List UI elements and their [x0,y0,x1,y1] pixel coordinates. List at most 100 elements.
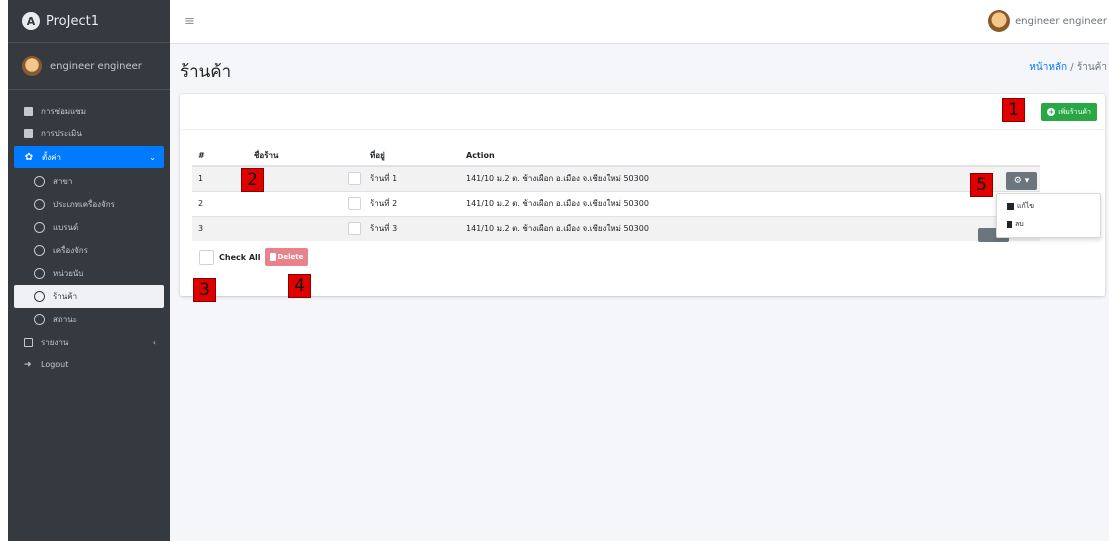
card-header: + เพิ่มร้านค้า [180,94,1105,130]
sidebar-sub-branch[interactable]: สาขา [8,170,170,193]
circle-icon [34,291,45,302]
user-panel[interactable]: engineer engineer [8,43,170,90]
row-select-cell [296,165,364,191]
sidebar: A ProJect1 engineer engineer การซ่อมแซม … [8,0,170,541]
add-shop-button[interactable]: + เพิ่มร้านค้า [1041,103,1097,121]
row-number: 1 [192,165,248,191]
trash-icon [1007,220,1012,228]
sidebar-item-label: การซ่อมแซม [41,106,86,116]
chevron-left-icon: ‹ [152,337,156,347]
chevron-down-icon: ⌄ [149,152,156,162]
col-action: Action [460,146,1040,167]
row-select-cell [296,215,364,241]
delete-button[interactable]: Delete [264,248,309,266]
col-select [296,146,364,167]
sidebar-sub-unit[interactable]: หน่วยนับ [8,262,170,285]
trash-icon [269,253,276,261]
row-number: 3 [192,215,248,241]
user-name: engineer engineer [50,60,142,72]
logout-icon: ➜ [24,359,32,370]
hamburger-icon[interactable]: ≡ [184,14,195,29]
plus-circle-icon: + [1047,108,1056,116]
brand[interactable]: A ProJect1 [8,0,170,43]
row-address: 141/10 ม.2 ต. ช้างเผือก อ.เมือง จ.เชียงใ… [460,190,1040,216]
row-address: 141/10 ม.2 ต. ช้างเผือก อ.เมือง จ.เชียงใ… [460,215,1040,241]
delete-label: Delete [277,253,304,261]
sidebar-sub-machine[interactable]: เครื่องจักร [8,239,170,262]
edit-menu-item[interactable]: แก้ไข [997,198,1100,214]
circle-icon [34,199,45,210]
row-shop-name: ร้านที่ 1 [364,165,460,191]
sidebar-sub-label: สถานะ [53,315,77,324]
gear-dropdown-button[interactable]: ⚙ ▾ [1006,172,1037,190]
sidebar-sub-label: ร้านค้า [53,292,78,301]
breadcrumb: หน้าหลัก / ร้านค้า [1029,60,1107,75]
sidebar-item-label: การประเมิน [41,128,82,138]
sidebar-item-label: ตั้งค่า [42,152,61,162]
top-user-menu[interactable]: engineer engineer [988,10,1107,32]
sidebar-item-settings[interactable]: ✿ ตั้งค่า ⌄ [14,146,164,168]
edit-label: แก้ไข [1017,201,1035,210]
row-shop-name: ร้านที่ 2 [364,190,460,216]
shop-table: # ชื่อร้าน ที่อยู่ Action 1 ร้านที่ 1 14… [192,146,1040,241]
circle-icon [34,222,45,233]
brand-name: ProJect1 [46,13,99,29]
brand-logo-icon: A [22,12,40,30]
sidebar-sub-status[interactable]: สถานะ [8,308,170,331]
check-square-icon [24,128,33,138]
circle-icon [34,176,45,187]
breadcrumb-home-link[interactable]: หน้าหลัก [1029,62,1067,73]
circle-icon [34,268,45,279]
table-row: 1 ร้านที่ 1 141/10 ม.2 ต. ช้างเผือก อ.เม… [192,165,1040,191]
shop-card: + เพิ่มร้านค้า # ชื่อร้าน ที่อยู่ Action… [180,94,1105,296]
avatar [988,10,1011,32]
table-header-row: # ชื่อร้าน ที่อยู่ Action [192,146,1040,167]
sidebar-sub-brand[interactable]: แบรนด์ [8,216,170,239]
circle-icon [34,314,45,325]
sidebar-sub-label: ประเภทเครื่องจักร [53,200,115,209]
annotation-marker-3: 3 [193,278,216,302]
sidebar-item-evaluation[interactable]: การประเมิน [8,122,164,144]
row-spacer [248,190,296,216]
table-row: 2 ร้านที่ 2 141/10 ม.2 ต. ช้างเผือก อ.เม… [192,190,1040,216]
row-shop-name: ร้านที่ 3 [364,215,460,241]
edit-icon [1007,202,1014,210]
sidebar-item-logout[interactable]: ➜ Logout [8,353,164,375]
sidebar-sub-label: เครื่องจักร [53,246,88,255]
row-checkbox[interactable] [348,197,361,210]
row-spacer [248,215,296,241]
page-title: ร้านค้า [180,62,232,82]
delete-menu-label: ลบ [1015,219,1024,228]
annotation-marker-4: 4 [288,274,311,298]
breadcrumb-current: ร้านค้า [1076,62,1107,73]
annotation-marker-5: 5 [970,173,993,197]
row-checkbox[interactable] [348,172,361,186]
sidebar-item-repair[interactable]: การซ่อมแซม [8,100,164,122]
delete-menu-item[interactable]: ลบ [997,216,1100,232]
report-icon [24,337,33,347]
sidebar-nav: การซ่อมแซม การประเมิน ✿ ตั้งค่า ⌄ สาขา ป… [8,90,170,375]
annotation-marker-2: 2 [241,168,264,192]
clipboard-icon [24,106,33,116]
breadcrumb-separator: / [1070,62,1074,73]
sidebar-sub-label: หน่วยนับ [53,269,84,278]
sidebar-sub-label: สาขา [53,177,73,186]
action-dropdown-menu: แก้ไข ลบ [996,193,1101,238]
check-all-label: Check All [219,252,261,262]
sidebar-sub-machine-type[interactable]: ประเภทเครื่องจักร [8,193,170,216]
topbar: ≡ engineer engineer [170,0,1109,44]
sidebar-item-label: Logout [41,359,69,369]
sidebar-item-report[interactable]: รายงาน ‹ [8,331,164,353]
table-row: 3 ร้านที่ 3 141/10 ม.2 ต. ช้างเผือก อ.เม… [192,215,1040,241]
app-frame: A ProJect1 engineer engineer การซ่อมแซม … [8,0,1109,541]
check-all-checkbox[interactable] [199,249,214,265]
col-number: # [192,146,248,167]
row-checkbox[interactable] [348,222,361,236]
row-select-cell [296,190,364,216]
avatar [22,56,42,76]
sidebar-item-label: รายงาน [41,337,69,347]
sidebar-sub-shop[interactable]: ร้านค้า [14,285,164,308]
col-address: ที่อยู่ [364,146,460,167]
row-address: 141/10 ม.2 ต. ช้างเผือก อ.เมือง จ.เชียงใ… [460,165,1040,191]
row-number: 2 [192,190,248,216]
